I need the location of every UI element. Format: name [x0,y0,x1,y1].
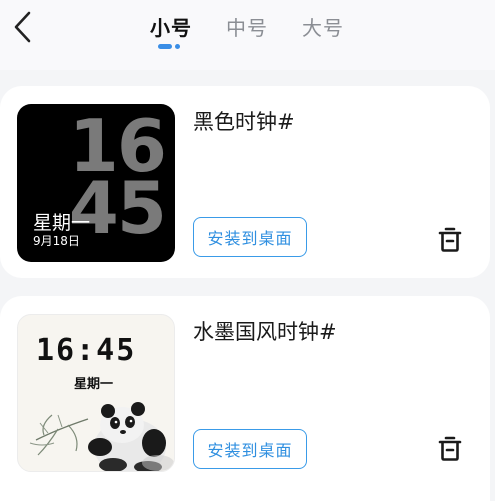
tab-large[interactable]: 大号 [302,12,344,41]
header: 小号 中号 大号 [0,0,495,70]
preview-date: 9月18日 [33,234,80,248]
tab-small[interactable]: 小号 [150,12,192,41]
widget-title: 黑色时钟# [193,110,295,134]
tab-medium[interactable]: 中号 [226,12,268,41]
preview-time: 16:45 [36,333,137,368]
preview-weekday: 星期一 [33,212,91,234]
widget-card: 16 45 星期一 9月18日 黑色时钟# 安装到桌面 [0,86,490,278]
app-root: 小号 中号 大号 16 45 星期一 9月18日 黑色时钟# 安装到桌面 16:… [0,0,495,501]
install-to-desktop-button[interactable]: 安装到桌面 [193,217,307,257]
delete-button[interactable] [437,225,463,253]
widget-preview-ink-clock[interactable]: 16:45 星期一 [17,314,175,472]
size-tabs: 小号 中号 大号 [0,0,495,70]
widget-card: 16:45 星期一 水墨国风时钟# 安装到桌面 [0,296,490,501]
trash-icon [438,436,462,461]
trash-icon [438,227,462,252]
delete-button[interactable] [437,434,463,462]
active-tab-indicator [158,44,182,50]
install-to-desktop-button[interactable]: 安装到桌面 [193,429,307,469]
panda-bamboo-illustration [29,402,174,471]
widget-preview-black-clock[interactable]: 16 45 星期一 9月18日 [17,104,175,262]
widget-title: 水墨国风时钟# [193,320,337,344]
